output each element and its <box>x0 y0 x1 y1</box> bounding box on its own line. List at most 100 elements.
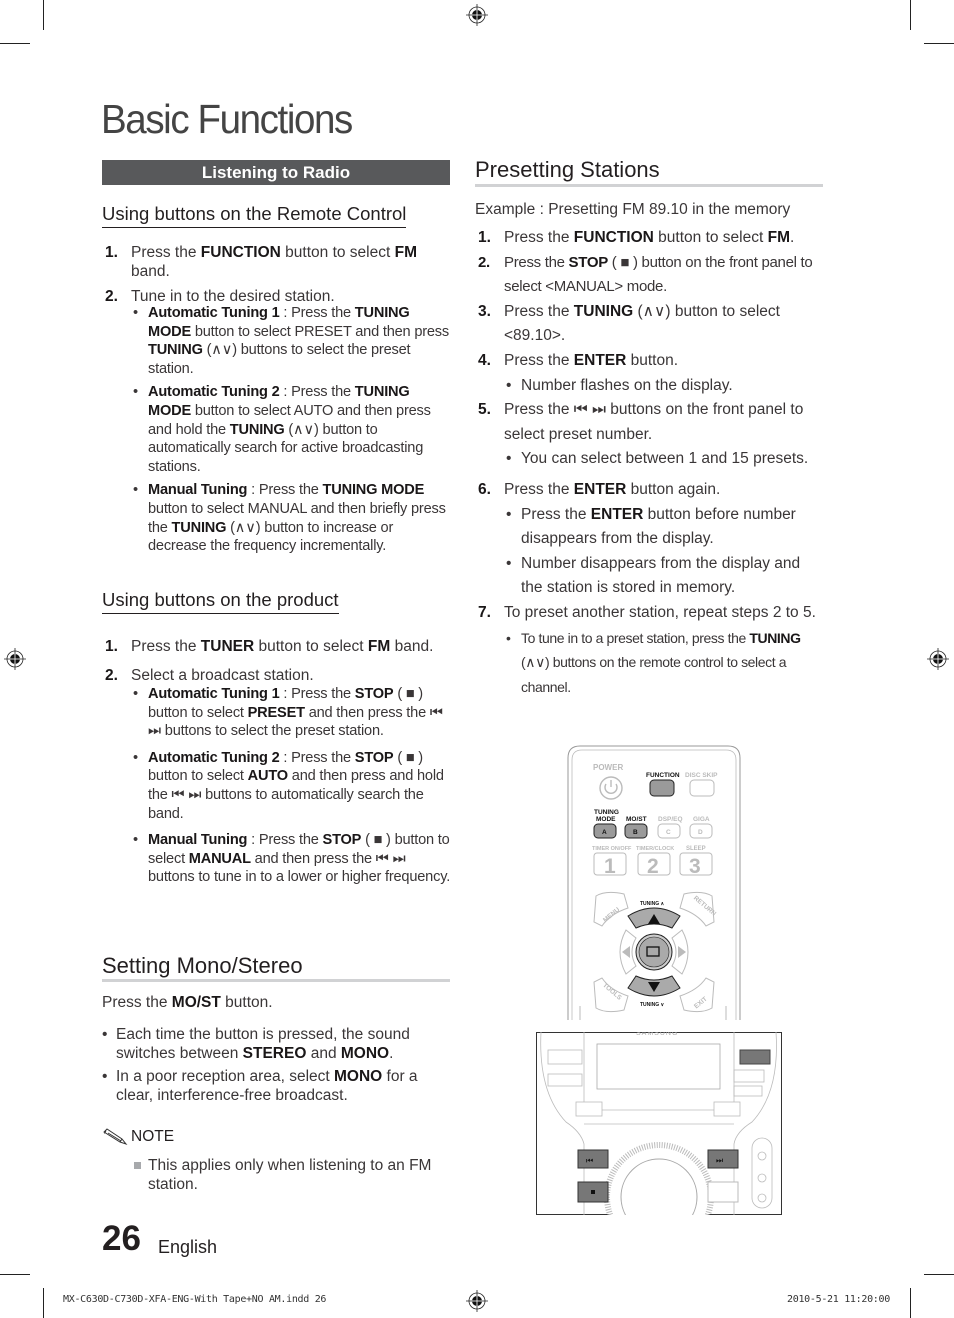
text: : Press the <box>279 749 355 766</box>
num2-label: 2 <box>647 855 659 878</box>
text: button to select <box>254 638 368 655</box>
bullet-item: • Automatic Tuning 2 : Press the STOP ( ■… <box>131 749 454 823</box>
example-text: Example : Presetting FM 89.10 in the mem… <box>475 201 791 218</box>
bullet-dot: • <box>133 305 138 321</box>
text: Press the <box>131 244 201 261</box>
step-item: 1. Press the FUNCTION button to select F… <box>102 243 454 281</box>
key-d-label: D <box>698 829 703 836</box>
text: button again. <box>626 480 721 498</box>
bold-term: TUNING <box>171 519 227 536</box>
step-item: 5. Press the ⏮ ⏭ buttons on the front pan… <box>475 398 825 447</box>
step-number: 1. <box>478 229 491 246</box>
text: and <box>306 1045 341 1062</box>
text: Number flashes on the display. <box>521 376 733 394</box>
bold-term: STOP <box>322 832 362 849</box>
bold-term: Automatic Tuning 2 <box>148 749 280 766</box>
remote-control-illustration: POWER FUNCTION DISC SKIP TUNING MODE A M… <box>567 745 741 1020</box>
dsp-eq-label: DSP/EQ <box>658 816 683 823</box>
step-number: 4. <box>478 351 491 369</box>
bullet-dot: • <box>506 554 512 572</box>
bold-term: TUNING <box>229 421 285 438</box>
bold-term: STEREO <box>242 1045 307 1062</box>
bold-term: TUNER <box>200 638 255 655</box>
timer-clock-label: TIMER/CLOCK <box>636 846 674 852</box>
text: Press the <box>504 302 574 320</box>
text: Press the <box>504 229 574 246</box>
registration-mark-icon <box>927 648 949 670</box>
step-number: 7. <box>478 603 491 621</box>
text: band. <box>390 638 434 655</box>
page-number: 26 <box>102 1219 141 1258</box>
step-number: 2. <box>105 667 118 684</box>
remote-heading-wrap: Using buttons on the Remote Control <box>102 203 407 228</box>
step-item: 1. Press the TUNER button to select FM b… <box>102 637 454 656</box>
text: Press the <box>102 994 172 1011</box>
sub-bullet-item: • You can select between 1 and 15 presets… <box>475 447 825 472</box>
heading-rule <box>102 979 450 982</box>
text: Press the ⏮ ⏭ buttons on the front panel… <box>504 401 804 443</box>
bold-term: ENTER <box>590 505 644 523</box>
crop-mark <box>0 1274 30 1275</box>
bullet-dot: • <box>133 482 138 499</box>
text: button to select PRESET and then press <box>190 323 450 340</box>
bullet-dot: • <box>133 384 138 401</box>
bold-term: FUNCTION <box>200 244 281 261</box>
note-text: This applies only when listening to an F… <box>148 1157 432 1193</box>
bullet-dot: • <box>133 749 138 766</box>
tuning-mode-label-2: MODE <box>596 816 616 823</box>
step-number: 1. <box>105 244 118 261</box>
text: To tune in to a preset station, press th… <box>521 629 750 646</box>
bullet-item: • Automatic Tuning 1 : Press the TUNING M… <box>131 304 454 378</box>
text: Press the <box>504 480 574 498</box>
text: band. <box>131 263 170 280</box>
bold-term: STOP <box>568 253 609 271</box>
text: To preset another station, repeat steps … <box>504 603 816 621</box>
bold-term: Automatic Tuning 1 <box>148 686 280 702</box>
tuner-button <box>739 1049 771 1065</box>
tuning-mode-label: TUNING <box>594 809 619 816</box>
bold-term: Automatic Tuning 1 <box>148 305 280 321</box>
bold-term: FM <box>767 229 790 246</box>
bold-term: STOP <box>354 686 394 702</box>
bold-term: TUNING <box>749 629 801 646</box>
step-item: 2. Select a broadcast station. <box>102 666 454 685</box>
text: : Press the <box>247 482 323 499</box>
page-language: English <box>158 1237 218 1257</box>
text: In a poor reception area, select <box>116 1068 334 1085</box>
remote-steps: 1. Press the FUNCTION button to select F… <box>102 243 454 556</box>
bold-term: FM <box>394 244 417 261</box>
text: button to select <box>653 229 768 246</box>
text: button. <box>626 351 679 369</box>
sub-bullet-item: • To tune in to a preset station, press t… <box>475 626 825 700</box>
step-item: 7. To preset another station, repeat step… <box>475 601 825 626</box>
heading-rule <box>475 184 823 187</box>
step-number: 2. <box>478 253 490 271</box>
bold-term: TUNING <box>573 302 634 320</box>
note-bullet-square <box>134 1162 141 1169</box>
remote-control-heading: Using buttons on the Remote Control <box>102 203 407 228</box>
bold-term: TUNING <box>148 342 203 359</box>
text: Tune in to the desired station. <box>131 288 335 305</box>
registration-mark-icon <box>466 4 488 26</box>
mono-bullets: • Each time the button is pressed, the so… <box>102 1025 452 1105</box>
sub-bullet-item: • Number disappears from the display and … <box>475 552 825 601</box>
bullet-item: • Automatic Tuning 2 : Press the TUNING M… <box>131 383 454 476</box>
bold-term: AUTO <box>247 768 288 785</box>
note-item: This applies only when listening to an F… <box>131 1156 448 1194</box>
key-a-label: A <box>602 829 607 836</box>
key-c-label: C <box>666 829 671 836</box>
crop-mark <box>43 0 44 30</box>
step-number: 2. <box>105 288 118 305</box>
bold-term: Automatic Tuning 2 <box>148 384 280 401</box>
sleep-label: SLEEP <box>686 846 706 852</box>
power-button <box>599 776 623 800</box>
text: Press the <box>504 253 569 271</box>
text: (∧∨) buttons on the remote control to se… <box>521 654 787 695</box>
next-icon: ⏭ <box>716 1156 723 1165</box>
bold-term: FUNCTION <box>573 229 654 246</box>
step-number: 3. <box>478 302 491 320</box>
most-label: MO/ST <box>626 816 647 823</box>
step-number: 6. <box>478 480 491 498</box>
bold-term: TUNING MODE <box>322 482 425 499</box>
section-bar: Listening to Radio <box>102 160 450 185</box>
